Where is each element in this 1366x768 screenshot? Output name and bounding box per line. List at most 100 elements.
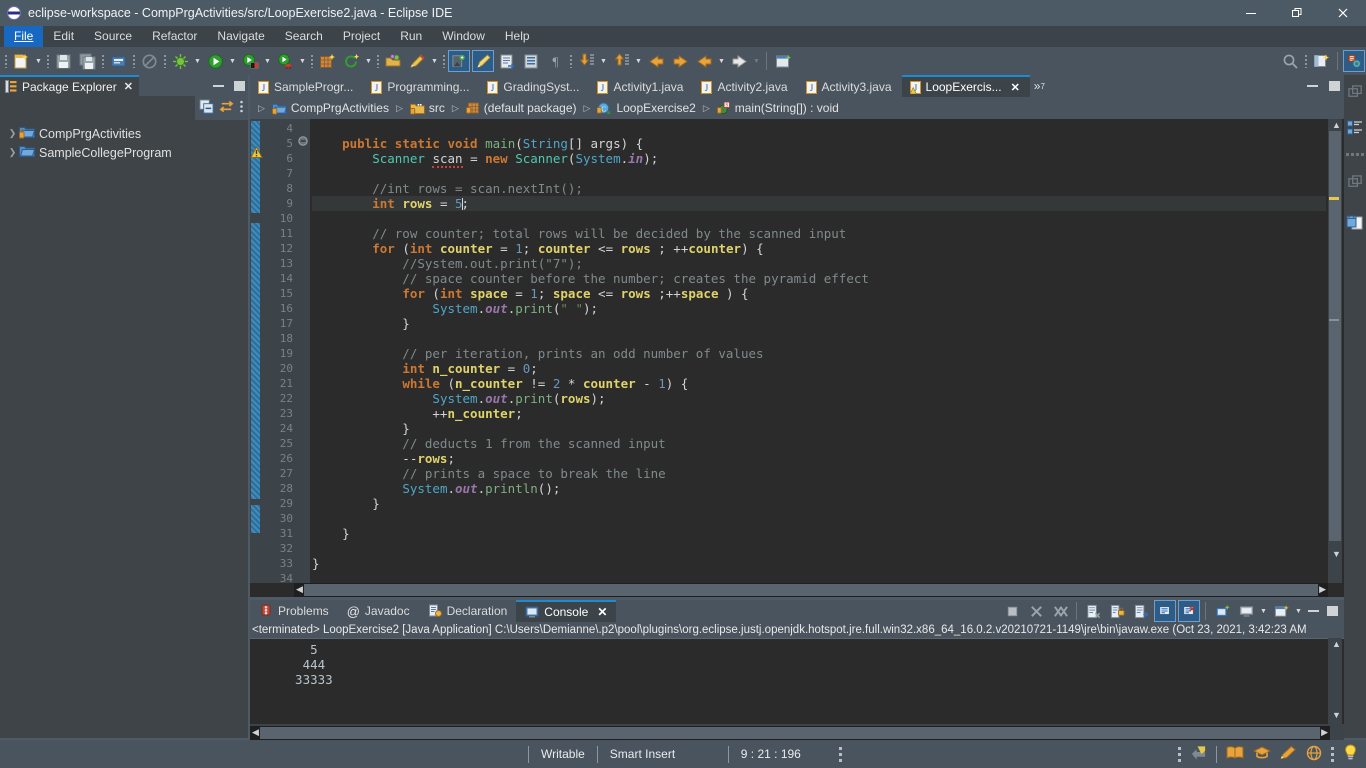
next-edit-dropdown-icon[interactable]: ▼ <box>598 50 609 72</box>
code-line[interactable] <box>312 211 1326 226</box>
source-code[interactable]: public static void main(String[] args) {… <box>312 119 1326 583</box>
scroll-up-icon[interactable]: ▲ <box>1332 120 1341 130</box>
breadcrumb-arrow-4[interactable]: ▷ <box>698 103 715 114</box>
code-line[interactable]: // per iteration, prints an odd number o… <box>312 346 1326 361</box>
toolbar-grip-2[interactable] <box>44 51 51 71</box>
console-horizontal-scrollbar[interactable]: ◀ ▶ <box>250 726 1330 740</box>
code-line[interactable]: while (n_counter != 2 * counter - 1) { <box>312 376 1326 391</box>
previous-edit-dropdown-icon[interactable]: ▼ <box>633 50 644 72</box>
toolbar-grip-9[interactable] <box>567 51 574 71</box>
maximize-icon[interactable] <box>234 80 245 91</box>
open-task-icon[interactable] <box>406 50 428 72</box>
menu-run[interactable]: Run <box>390 26 432 47</box>
code-line[interactable]: // space counter before the number; crea… <box>312 271 1326 286</box>
code-line[interactable]: public static void main(String[] args) { <box>312 136 1326 151</box>
minimize-group-icon[interactable] <box>1346 173 1364 191</box>
open-console-dropdown-icon[interactable]: ▼ <box>1258 600 1269 622</box>
new-console-dropdown-icon[interactable]: ▼ <box>1293 600 1304 622</box>
run-config-dropdown-icon[interactable]: ▼ <box>262 50 273 72</box>
folding-ruler[interactable] <box>296 119 310 583</box>
chevron-right-icon-2[interactable]: ❯ <box>6 147 19 158</box>
debug-icon[interactable] <box>169 50 191 72</box>
show-whitespace-icon[interactable]: ¶ <box>544 50 566 72</box>
code-line[interactable]: for (int space = 1; space <= rows ;++spa… <box>312 286 1326 301</box>
pencil-icon[interactable] <box>1280 745 1297 763</box>
scroll-right-icon[interactable]: ▶ <box>1319 584 1326 595</box>
console-scroll-up-icon[interactable]: ▲ <box>1332 639 1341 649</box>
code-line[interactable]: System.out.print(" "); <box>312 301 1326 316</box>
code-line[interactable]: System.out.println(); <box>312 481 1326 496</box>
new-window-icon[interactable] <box>772 50 794 72</box>
code-line[interactable]: } <box>312 316 1326 331</box>
breadcrumb-arrow-2[interactable]: ▷ <box>447 103 464 114</box>
tree-item-comp-prg-activities[interactable]: ❯ CompPrgActivities <box>0 124 248 143</box>
minimize-icon[interactable] <box>213 84 224 87</box>
editor-hscroll-thumb[interactable] <box>304 584 1318 596</box>
toolbar-grip-4[interactable] <box>130 51 137 71</box>
next-edit-location-icon[interactable] <box>575 50 597 72</box>
print-icon[interactable] <box>107 50 129 72</box>
code-line[interactable] <box>312 571 1326 583</box>
code-line[interactable]: // row counter; total rows will be decid… <box>312 226 1326 241</box>
open-perspective-icon[interactable] <box>1310 50 1332 72</box>
open-type-icon[interactable] <box>382 50 404 72</box>
warning-marker-icon[interactable] <box>250 145 263 159</box>
editor-scroll-thumb[interactable] <box>1329 131 1341 541</box>
breadcrumb-item-package[interactable]: (default package) <box>464 101 579 115</box>
new-console-icon[interactable] <box>1270 600 1292 622</box>
debug-dropdown-icon[interactable]: ▼ <box>192 50 203 72</box>
breadcrumb-item-method[interactable]: S main(String[]) : void <box>715 101 841 115</box>
overview-warning-mark[interactable] <box>1329 197 1339 200</box>
pin-console-icon[interactable] <box>1154 600 1176 622</box>
menu-file[interactable]: File <box>4 26 44 47</box>
quick-access-search-icon[interactable] <box>1279 50 1301 72</box>
code-line[interactable]: int n_counter = 0; <box>312 361 1326 376</box>
status-right-overflow-icon[interactable] <box>1178 746 1181 762</box>
console-scroll-down-icon[interactable]: ▼ <box>1332 710 1341 720</box>
coverage-icon[interactable] <box>274 50 296 72</box>
breadcrumb-item-class[interactable]: C LoopExercise2 <box>595 101 697 115</box>
close-button[interactable] <box>1320 0 1366 26</box>
code-line[interactable]: Scanner scan = new Scanner(System.in); <box>312 151 1326 168</box>
code-line[interactable]: // deducts 1 from the scanned input <box>312 436 1326 451</box>
previous-edit-location-icon[interactable] <box>610 50 632 72</box>
menu-help[interactable]: Help <box>495 26 540 47</box>
code-line[interactable]: } <box>312 421 1326 436</box>
annotation-ruler[interactable] <box>250 119 264 583</box>
code-line[interactable] <box>312 166 1326 181</box>
restore-icon[interactable] <box>1346 83 1364 101</box>
toolbar-grip-3[interactable] <box>99 51 106 71</box>
word-wrap-icon[interactable] <box>1130 600 1152 622</box>
save-icon[interactable] <box>52 50 74 72</box>
breadcrumb-item-src[interactable]: src <box>408 101 447 115</box>
tab-close-icon[interactable]: ✕ <box>1011 81 1020 94</box>
menu-search[interactable]: Search <box>275 26 333 47</box>
next-annotation-icon[interactable] <box>448 50 470 72</box>
maximize-restore-button[interactable] <box>1274 0 1320 26</box>
scroll-down-icon[interactable]: ▼ <box>1332 549 1341 559</box>
globe-icon[interactable] <box>1306 745 1322 764</box>
tab-gradingsystem[interactable]: J GradingSyst... <box>479 75 590 97</box>
tab-package-explorer[interactable]: Package Explorer ✕ <box>0 75 139 96</box>
status-right-overflow-icon-2[interactable] <box>1331 746 1334 762</box>
code-line[interactable]: // prints a space to break the line <box>312 466 1326 481</box>
code-line[interactable]: int rows = 5; <box>312 196 1326 211</box>
book-icon[interactable] <box>1226 745 1244 763</box>
code-line[interactable] <box>312 331 1326 346</box>
terminate-icon[interactable] <box>1001 600 1023 622</box>
scroll-lock-icon[interactable] <box>1106 600 1128 622</box>
remove-all-terminated-icon[interactable] <box>1049 600 1071 622</box>
tab-javadoc[interactable]: @ Javadoc <box>338 600 419 622</box>
code-line[interactable]: ++n_counter; <box>312 406 1326 421</box>
tab-activity2[interactable]: J Activity2.java <box>693 75 798 97</box>
console-minimize-icon[interactable] <box>1304 610 1322 612</box>
remove-launch-icon[interactable] <box>1025 600 1047 622</box>
refresh-icon[interactable] <box>340 50 362 72</box>
new-wizard-icon[interactable] <box>10 50 32 72</box>
console-scroll-left-icon[interactable]: ◀ <box>252 727 259 738</box>
code-editor[interactable]: 4 5 6 7 8 9 10 11 12 13 14 15 16 17 18 19 20 21 22 23 24 25 26… <box>250 119 1344 597</box>
run-configurations-icon[interactable] <box>239 50 261 72</box>
code-line[interactable]: } <box>312 496 1326 511</box>
scroll-left-icon[interactable]: ◀ <box>296 584 303 595</box>
forward-dropdown-icon[interactable]: ▼ <box>751 50 762 72</box>
